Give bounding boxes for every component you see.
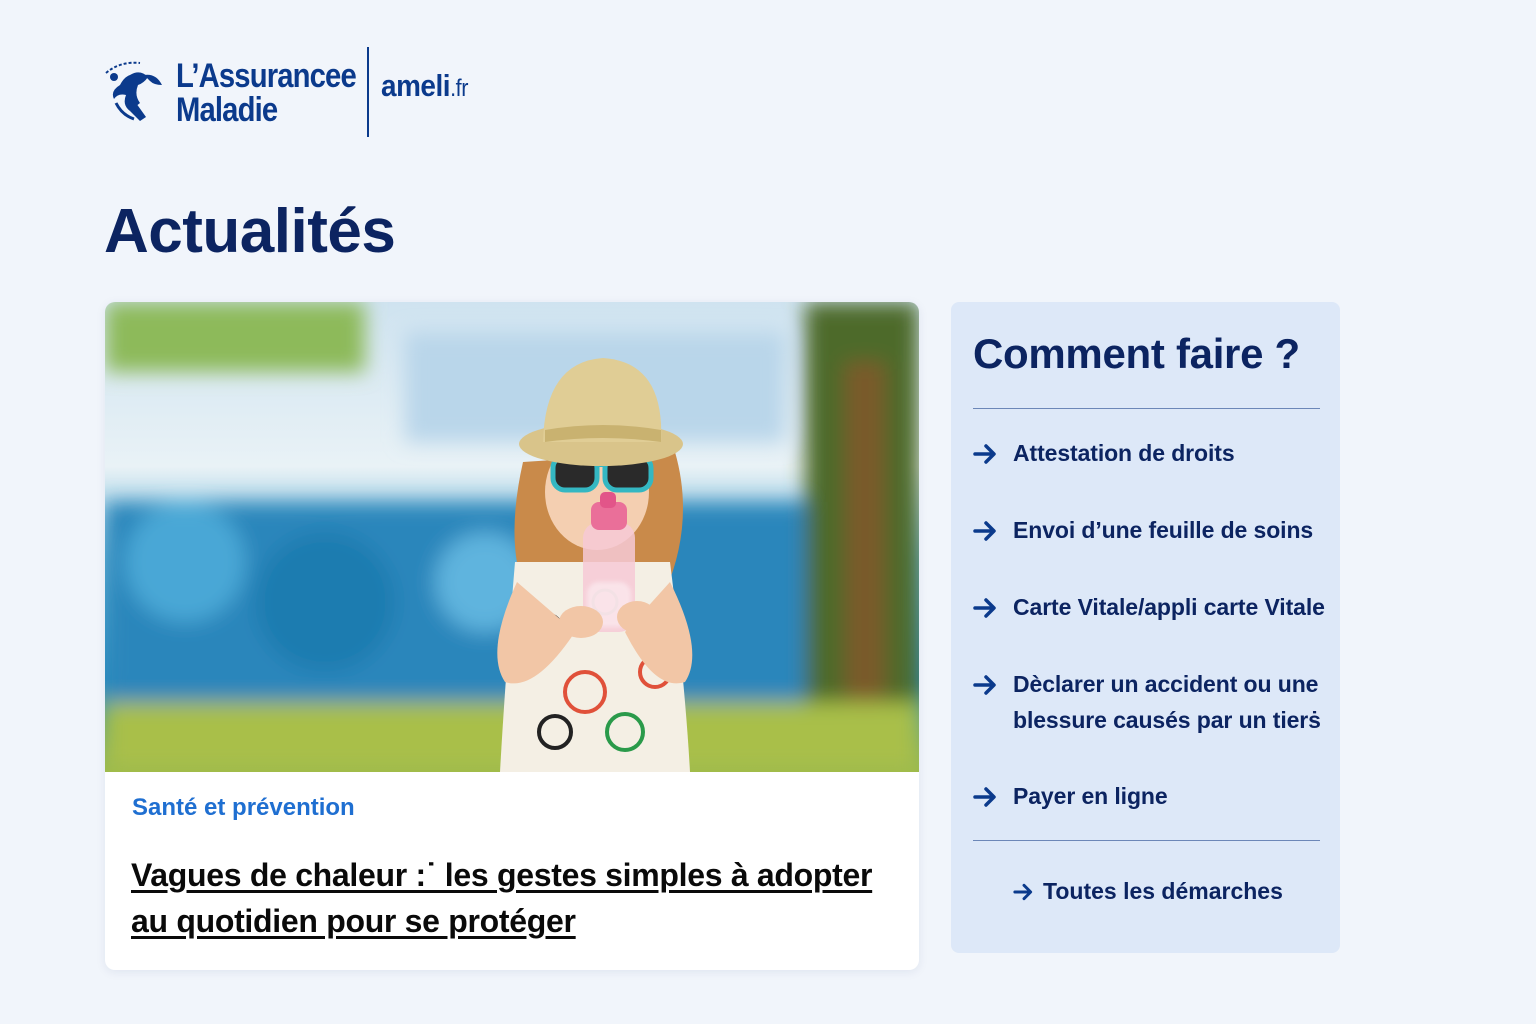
news-image[interactable] bbox=[105, 302, 919, 772]
arrow-right-icon bbox=[973, 521, 996, 541]
panel-title: Comment faire ? bbox=[973, 330, 1300, 377]
link-label: Carte Vitale/appli carte Vitale bbox=[1013, 594, 1325, 620]
link-declarer-accident[interactable]: Dèclarer un accident ou une blessure cau… bbox=[973, 671, 1343, 738]
link-label: Payer en ligne bbox=[1013, 783, 1168, 809]
arrow-right-icon bbox=[973, 598, 996, 618]
link-attestation-droits[interactable]: Attestation de droits bbox=[973, 440, 1235, 471]
all-procedures-link[interactable]: Toutes les démarches bbox=[1013, 878, 1283, 905]
site-header: L’Assurancee Maladie ameli.fr bbox=[100, 42, 478, 142]
logo-divider bbox=[367, 47, 370, 137]
page-title: Actualités bbox=[104, 197, 396, 266]
logo-wordmark[interactable]: L’Assurancee Maladie bbox=[176, 57, 357, 129]
link-feuille-soins[interactable]: Envoi d’une feuille de soins bbox=[973, 517, 1313, 548]
news-card[interactable]: Santé et prévention Vagues de chaleur :˙… bbox=[105, 302, 919, 970]
link-label: Attestation de droits bbox=[1013, 440, 1235, 466]
panel-divider-top bbox=[973, 408, 1320, 409]
panel-divider-bottom bbox=[973, 840, 1320, 841]
how-to-panel: Comment faire ? Attestation de droits En… bbox=[951, 302, 1340, 953]
link-payer-en-ligne[interactable]: Payer en ligne bbox=[973, 783, 1168, 814]
link-label: Envoi d’une feuille de soins bbox=[1013, 517, 1314, 543]
arrow-right-icon bbox=[1013, 883, 1033, 900]
ameli-name: ameli bbox=[381, 68, 451, 103]
arrow-right-icon bbox=[973, 787, 996, 807]
logo-line-1: L’Assurancee bbox=[176, 57, 357, 95]
page: L’Assurancee Maladie ameli.fr Actualités bbox=[0, 0, 1536, 1024]
all-procedures-label: Toutes les démarches bbox=[1043, 878, 1283, 904]
news-title-link[interactable]: Vagues de chaleur :˙ les gestes simples … bbox=[131, 852, 901, 944]
news-category[interactable]: Santé et prévention bbox=[132, 794, 355, 822]
assurance-maladie-emblem-icon[interactable] bbox=[100, 55, 174, 129]
ameli-logo[interactable]: ameli.fr bbox=[381, 68, 468, 104]
logo-line-2: Maladie bbox=[176, 91, 278, 129]
link-label: Dèclarer un accident ou une blessure cau… bbox=[1013, 671, 1321, 733]
arrow-right-icon bbox=[973, 675, 996, 695]
ameli-tld: .fr bbox=[450, 75, 469, 102]
link-carte-vitale[interactable]: Carte Vitale/appli carte Vitale bbox=[973, 594, 1325, 625]
arrow-right-icon bbox=[973, 444, 996, 464]
